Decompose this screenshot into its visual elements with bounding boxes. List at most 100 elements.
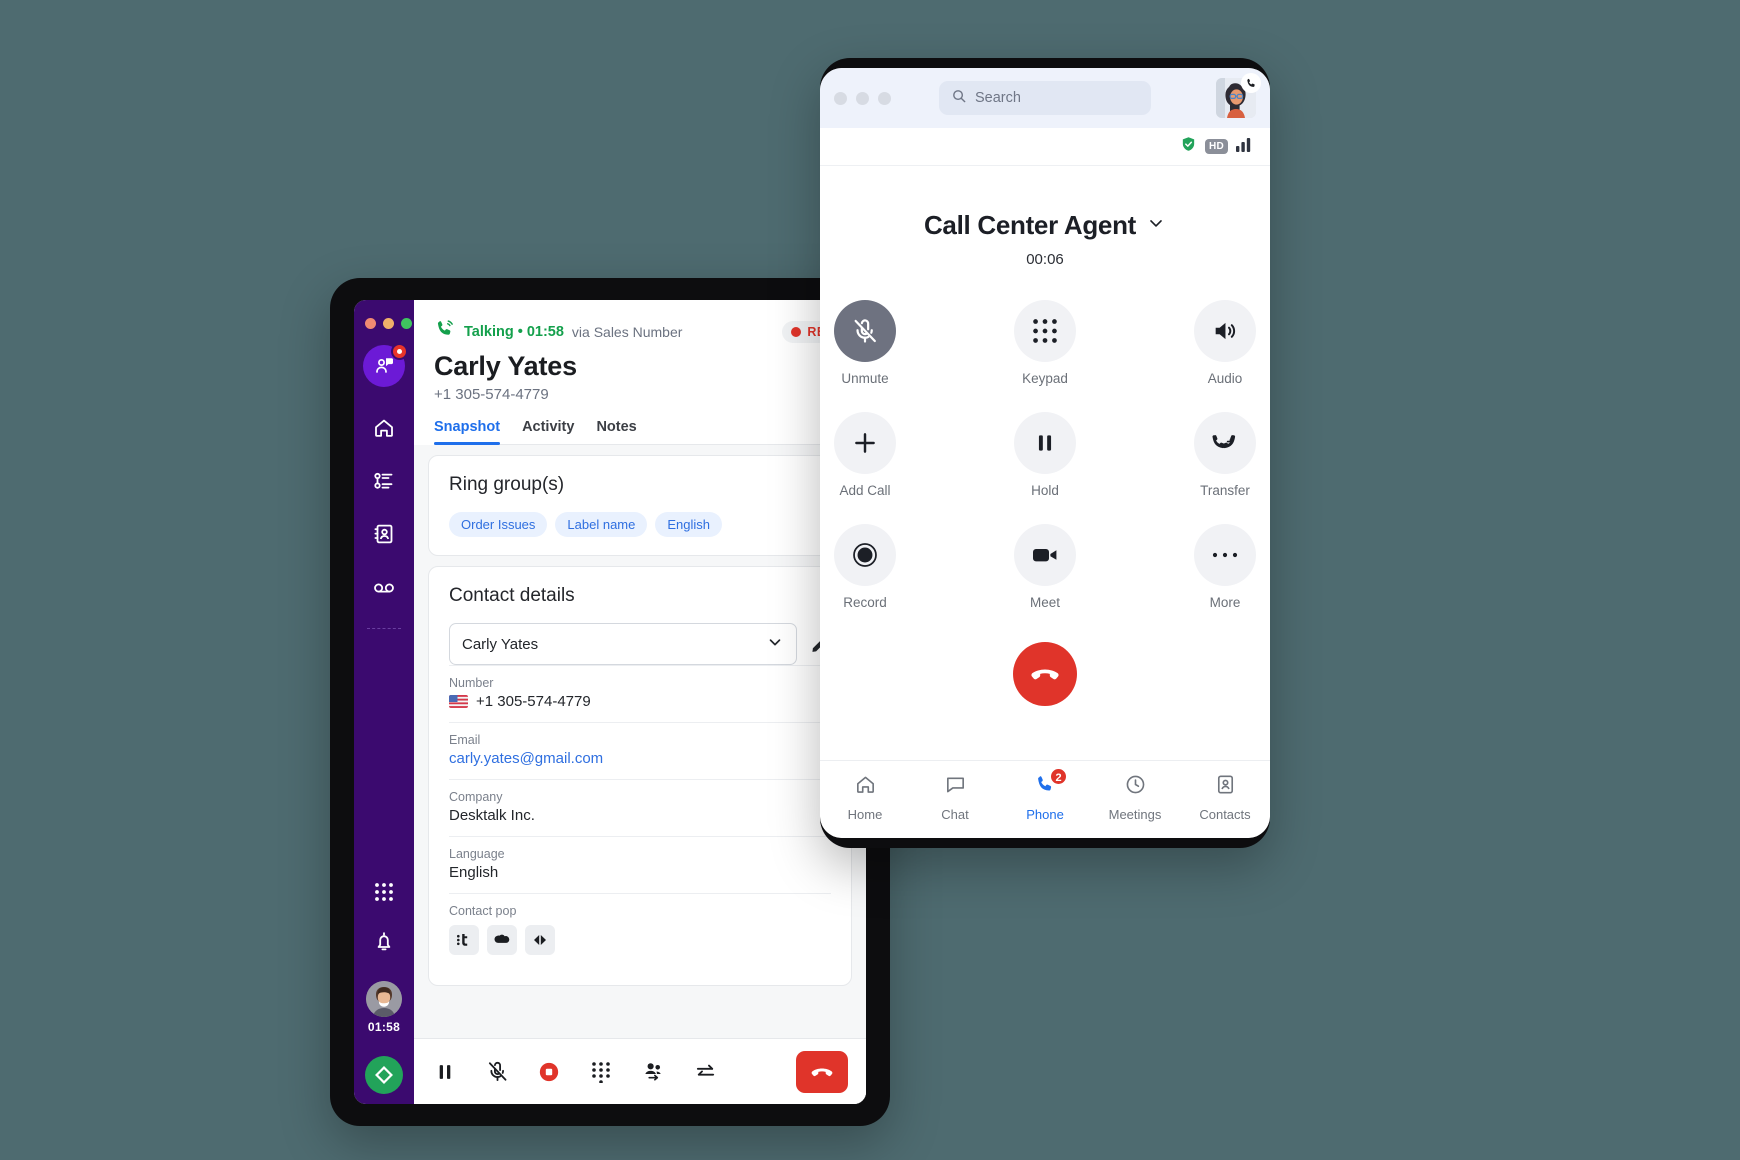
tab-home[interactable]: Home xyxy=(820,773,910,822)
snapshot-panel: Ring group(s) Order Issues Label name En… xyxy=(414,445,866,1038)
tab-notes[interactable]: Notes xyxy=(596,419,636,444)
tab-contacts[interactable]: Contacts xyxy=(1180,773,1270,822)
control-record[interactable]: Record xyxy=(834,524,896,610)
search-input[interactable]: Search xyxy=(939,81,1151,115)
maximize-icon[interactable] xyxy=(878,91,891,105)
control-label: Hold xyxy=(1031,483,1059,498)
field-value: English xyxy=(449,864,499,881)
control-hold[interactable]: Hold xyxy=(1014,412,1076,498)
sidebar-item-activity[interactable] xyxy=(371,468,397,494)
contact-number: +1 305-574-4779 xyxy=(434,386,549,403)
tab-label: Home xyxy=(847,807,883,822)
search-placeholder: Search xyxy=(975,90,1021,106)
call-quality-bar: HD xyxy=(820,128,1270,166)
salesforce-icon[interactable] xyxy=(487,925,517,955)
call-controls-grid: Unmute Keypad Audio Add Call Hold Transf… xyxy=(820,300,1270,610)
phone-traffic-lights[interactable] xyxy=(834,91,891,105)
tab-activity[interactable]: Activity xyxy=(522,419,574,444)
video-camera-icon xyxy=(1014,524,1076,586)
record-dot-icon xyxy=(791,326,802,337)
field-label: Contact pop xyxy=(449,904,517,918)
mute-button[interactable] xyxy=(484,1059,510,1085)
tab-label: Chat xyxy=(941,807,969,822)
control-keypad[interactable]: Keypad xyxy=(1014,300,1076,386)
self-call-timer: 01:58 xyxy=(367,1020,401,1034)
record-icon xyxy=(834,524,896,586)
call-status-row: Talking • 01:58 via Sales Number REC xyxy=(434,318,846,345)
field-label: Email xyxy=(449,733,481,747)
sidebar-item-assist[interactable] xyxy=(363,343,408,387)
active-call-panel: Call Center Agent 00:06 Unmute Keypad Au… xyxy=(820,166,1270,760)
teamleader-icon[interactable] xyxy=(449,925,479,955)
ring-group-chip[interactable]: Label name xyxy=(555,512,648,537)
record-button[interactable] xyxy=(536,1059,562,1085)
end-call-button[interactable] xyxy=(796,1050,848,1093)
sidebar-item-voicemail[interactable] xyxy=(371,574,397,600)
control-audio[interactable]: Audio xyxy=(1194,300,1256,386)
email-link[interactable]: carly.yates@gmail.com xyxy=(449,750,831,767)
window-traffic-lights[interactable] xyxy=(365,318,412,329)
contact-details-title: Contact details xyxy=(449,585,575,606)
control-add-call[interactable]: Add Call xyxy=(834,412,896,498)
call-duration: 00:06 xyxy=(1026,251,1064,268)
control-label: Meet xyxy=(1029,595,1060,610)
contact-select-row: Carly Yates xyxy=(449,623,831,665)
chevron-down-icon xyxy=(766,633,784,655)
availability-diamond-icon[interactable] xyxy=(365,1056,403,1094)
callee-row[interactable]: Call Center Agent xyxy=(924,210,1166,241)
maximize-icon[interactable] xyxy=(401,318,412,329)
end-call-button[interactable] xyxy=(1013,642,1077,706)
control-unmute[interactable]: Unmute xyxy=(834,300,896,386)
contact-number-value: +1 305-574-4779 xyxy=(476,693,591,710)
control-transfer[interactable]: Transfer xyxy=(1194,412,1256,498)
contact-field-language: Language English xyxy=(449,836,831,893)
tab-phone[interactable]: 2 Phone xyxy=(1000,767,1090,822)
tab-label: Phone xyxy=(1026,807,1064,822)
hold-button[interactable] xyxy=(432,1059,458,1085)
control-label: Transfer xyxy=(1200,483,1250,498)
tab-meetings[interactable]: Meetings xyxy=(1090,773,1180,822)
control-meet[interactable]: Meet xyxy=(1014,524,1076,610)
minimize-icon[interactable] xyxy=(856,91,869,105)
speaker-icon xyxy=(1194,300,1256,362)
mic-off-icon xyxy=(834,300,896,362)
transfer-button[interactable] xyxy=(692,1059,718,1085)
keypad-button[interactable] xyxy=(588,1059,614,1085)
ring-group-chip[interactable]: English xyxy=(655,512,723,537)
clock-icon xyxy=(1124,773,1147,801)
sidebar-self-profile[interactable]: 01:58 xyxy=(366,981,402,1034)
control-label: Add Call xyxy=(839,483,891,498)
add-participant-button[interactable] xyxy=(640,1059,666,1085)
field-label: Language xyxy=(449,847,505,861)
contact-select-value: Carly Yates xyxy=(462,635,539,653)
tab-label: Meetings xyxy=(1108,807,1162,822)
sidebar-divider xyxy=(367,628,401,629)
close-icon[interactable] xyxy=(834,91,847,105)
sidebar-bottom: 01:58 xyxy=(365,881,403,1104)
active-call-icon xyxy=(434,318,456,345)
ring-group-chips: Order Issues Label name English xyxy=(449,512,831,537)
ring-groups-title: Ring group(s) xyxy=(449,474,565,495)
contact-select[interactable]: Carly Yates xyxy=(449,623,797,665)
control-label: Record xyxy=(843,595,887,610)
ring-group-chip[interactable]: Order Issues xyxy=(449,512,548,537)
sidebar-item-dialpad[interactable] xyxy=(373,881,395,908)
user-avatar-button[interactable] xyxy=(1216,73,1261,118)
home-icon xyxy=(854,773,877,801)
call-action-bar xyxy=(414,1038,866,1104)
sidebar-item-notifications[interactable] xyxy=(372,930,396,959)
sidebar-item-home[interactable] xyxy=(371,415,397,441)
chevron-down-icon[interactable] xyxy=(1146,213,1166,238)
phone-app-window: Search HD Call Center Agent 00:06 Unmute… xyxy=(820,58,1270,848)
tab-chat[interactable]: Chat xyxy=(910,773,1000,822)
zendesk-icon[interactable] xyxy=(525,925,555,955)
tab-snapshot[interactable]: Snapshot xyxy=(434,419,501,445)
field-value: Desktalk Inc. xyxy=(449,807,535,824)
sidebar-item-contacts[interactable] xyxy=(371,521,397,547)
shield-check-icon xyxy=(1180,135,1197,158)
close-icon[interactable] xyxy=(365,318,376,329)
contact-card-icon xyxy=(1214,773,1237,801)
minimize-icon[interactable] xyxy=(383,318,394,329)
contact-field-email: Email carly.yates@gmail.com xyxy=(449,722,831,779)
control-more[interactable]: More xyxy=(1194,524,1256,610)
